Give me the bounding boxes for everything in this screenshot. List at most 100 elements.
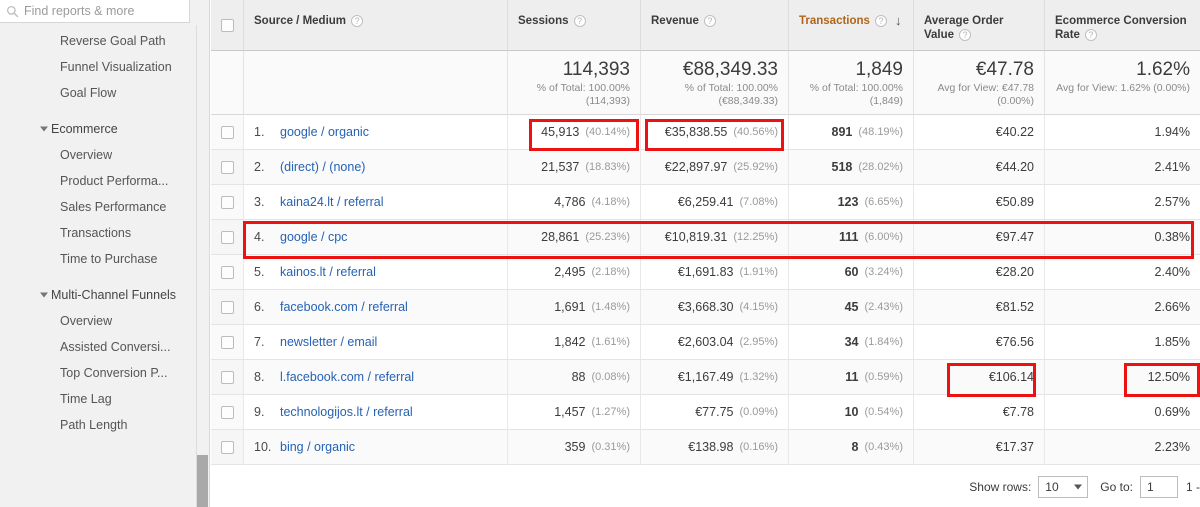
table-row[interactable]: 9. technologijos.lt / referral 1,457 (1.27%… bbox=[211, 395, 1200, 430]
report-search-box[interactable] bbox=[0, 0, 190, 23]
sidebar-item-reverse-goal-path[interactable]: Reverse Goal Path bbox=[0, 28, 200, 54]
column-header-revenue[interactable]: Revenue? bbox=[641, 0, 789, 51]
row-checkbox[interactable] bbox=[220, 195, 234, 209]
row-checkbox[interactable] bbox=[220, 160, 234, 174]
help-icon[interactable]: ? bbox=[959, 29, 972, 42]
row-index: 4. bbox=[254, 230, 265, 244]
row-sessions-cell: 1,691 (1.48%) bbox=[508, 290, 641, 325]
row-index: 3. bbox=[254, 195, 265, 209]
select-all-cell[interactable] bbox=[211, 0, 244, 51]
table-row[interactable]: 10. bing / organic 359 (0.31%) €138.98 (0.16%… bbox=[211, 430, 1200, 465]
row-source-link[interactable]: kainos.lt / referral bbox=[280, 265, 376, 279]
row-revenue-percent: (7.08%) bbox=[739, 196, 778, 208]
sidebar-item-time-to-purchase[interactable]: Time to Purchase bbox=[0, 246, 200, 272]
row-source-cell: 1. google / organic bbox=[244, 115, 508, 150]
row-source-link[interactable]: google / organic bbox=[280, 125, 369, 139]
table-row[interactable]: 5. kainos.lt / referral 2,495 (2.18%) €1,691… bbox=[211, 255, 1200, 290]
row-aov-value: €97.47 bbox=[995, 230, 1034, 244]
goto-page-input[interactable]: 1 bbox=[1139, 475, 1178, 498]
sidebar-item-top-conversion-p[interactable]: Top Conversion P... bbox=[0, 360, 200, 386]
sidebar-item-funnel-visualization[interactable]: Funnel Visualization bbox=[0, 54, 200, 80]
row-source-link[interactable]: newsletter / email bbox=[280, 335, 377, 349]
row-ecr-value: 2.23% bbox=[1154, 440, 1190, 454]
row-checkbox-cell[interactable] bbox=[211, 220, 244, 255]
help-icon[interactable]: ? bbox=[874, 15, 887, 27]
table-row[interactable]: 4. google / cpc 28,861 (25.23%) €10,819.31 (1… bbox=[211, 220, 1200, 255]
row-source-link[interactable]: technologijos.lt / referral bbox=[280, 405, 413, 419]
summary-sessions-line1: % of Total: 100.00% bbox=[536, 82, 630, 94]
search-input[interactable] bbox=[24, 4, 184, 18]
help-icon[interactable]: ? bbox=[1084, 29, 1097, 42]
column-header-ecommerce-conversion-rate[interactable]: Ecommerce Conversion Rate? bbox=[1045, 0, 1200, 51]
sidebar-item-product-performa[interactable]: Product Performa... bbox=[0, 168, 200, 194]
row-source-link[interactable]: (direct) / (none) bbox=[280, 160, 365, 174]
row-checkbox[interactable] bbox=[220, 440, 234, 454]
row-ecr-value: 2.41% bbox=[1154, 160, 1190, 174]
row-checkbox-cell[interactable] bbox=[211, 290, 244, 325]
row-checkbox-cell[interactable] bbox=[211, 395, 244, 430]
column-header-transactions[interactable]: Transactions? ↓ bbox=[789, 0, 914, 51]
row-checkbox[interactable] bbox=[220, 265, 234, 279]
row-checkbox[interactable] bbox=[220, 300, 234, 314]
row-checkbox-cell[interactable] bbox=[211, 185, 244, 220]
sidebar-item-goal-flow[interactable]: Goal Flow bbox=[0, 80, 200, 106]
row-sessions-cell: 1,457 (1.27%) bbox=[508, 395, 641, 430]
row-sessions-value: 1,691 bbox=[554, 300, 586, 314]
sidebar-scrollbar-track[interactable] bbox=[196, 25, 209, 507]
row-checkbox-cell[interactable] bbox=[211, 150, 244, 185]
table-row[interactable]: 8. l.facebook.com / referral 88 (0.08%) €1,1… bbox=[211, 360, 1200, 395]
row-checkbox-cell[interactable] bbox=[211, 430, 244, 465]
row-source-link[interactable]: l.facebook.com / referral bbox=[280, 370, 414, 384]
sidebar-item-time-lag[interactable]: Time Lag bbox=[0, 386, 200, 412]
table-row[interactable]: 2. (direct) / (none) 21,537 (18.83%) €22,897… bbox=[211, 150, 1200, 185]
show-rows-select[interactable]: 10 bbox=[1038, 475, 1089, 498]
table-row[interactable]: 3. kaina24.lt / referral 4,786 (4.18%) €6,25… bbox=[211, 185, 1200, 220]
row-source-link[interactable]: kaina24.lt / referral bbox=[280, 195, 384, 209]
help-icon[interactable]: ? bbox=[573, 15, 586, 27]
summary-checkbox-cell bbox=[211, 51, 244, 115]
sidebar-item-overview[interactable]: Overview bbox=[0, 308, 200, 334]
sidebar-item-assisted-conversi[interactable]: Assisted Conversi... bbox=[0, 334, 200, 360]
table-row[interactable]: 6. facebook.com / referral 1,691 (1.48%) €3,… bbox=[211, 290, 1200, 325]
caret-down-icon bbox=[40, 126, 48, 132]
column-header-sessions[interactable]: Sessions? bbox=[508, 0, 641, 51]
sidebar-item-transactions[interactable]: Transactions bbox=[0, 220, 200, 246]
row-transactions-percent: (0.43%) bbox=[864, 441, 903, 453]
row-aov-cell: €40.22 bbox=[914, 115, 1045, 150]
row-source-link[interactable]: facebook.com / referral bbox=[280, 300, 408, 314]
select-all-checkbox[interactable] bbox=[220, 18, 234, 32]
help-icon[interactable]: ? bbox=[351, 15, 364, 27]
row-source-cell: 3. kaina24.lt / referral bbox=[244, 185, 508, 220]
row-revenue-percent: (0.09%) bbox=[739, 406, 778, 418]
row-checkbox-cell[interactable] bbox=[211, 255, 244, 290]
help-icon[interactable]: ? bbox=[703, 15, 716, 27]
row-revenue-cell: €6,259.41 (7.08%) bbox=[641, 185, 789, 220]
row-checkbox[interactable] bbox=[220, 370, 234, 384]
row-index: 9. bbox=[254, 405, 265, 419]
table-row[interactable]: 1. google / organic 45,913 (40.14%) €35,838.… bbox=[211, 115, 1200, 150]
row-checkbox[interactable] bbox=[220, 405, 234, 419]
sidebar-group-multi-channel-funnels[interactable]: Multi-Channel Funnels bbox=[0, 282, 200, 308]
row-source-link[interactable]: google / cpc bbox=[280, 230, 347, 244]
row-checkbox-cell[interactable] bbox=[211, 360, 244, 395]
row-ecr-value: 2.66% bbox=[1154, 300, 1190, 314]
sort-descending-icon[interactable]: ↓ bbox=[895, 14, 902, 28]
show-rows-label: Show rows: bbox=[969, 479, 1032, 494]
row-checkbox[interactable] bbox=[220, 125, 234, 139]
summary-revenue-line2: (€88,349.33) bbox=[718, 95, 778, 107]
sidebar-item-path-length[interactable]: Path Length bbox=[0, 412, 200, 438]
sidebar-item-overview[interactable]: Overview bbox=[0, 142, 200, 168]
row-ecr-value: 2.40% bbox=[1154, 265, 1190, 279]
row-checkbox-cell[interactable] bbox=[211, 325, 244, 360]
row-checkbox-cell[interactable] bbox=[211, 115, 244, 150]
sidebar-item-sales-performance[interactable]: Sales Performance bbox=[0, 194, 200, 220]
sidebar-scrollbar-thumb[interactable] bbox=[197, 455, 208, 507]
row-source-link[interactable]: bing / organic bbox=[280, 440, 355, 454]
column-header-source-medium[interactable]: Source / Medium? bbox=[244, 0, 508, 51]
row-checkbox[interactable] bbox=[220, 230, 234, 244]
row-aov-value: €28.20 bbox=[995, 265, 1034, 279]
sidebar-group-ecommerce[interactable]: Ecommerce bbox=[0, 116, 200, 142]
table-row[interactable]: 7. newsletter / email 1,842 (1.61%) €2,603.0… bbox=[211, 325, 1200, 360]
row-checkbox[interactable] bbox=[220, 335, 234, 349]
column-header-average-order-value[interactable]: Average Order Value? bbox=[914, 0, 1045, 51]
